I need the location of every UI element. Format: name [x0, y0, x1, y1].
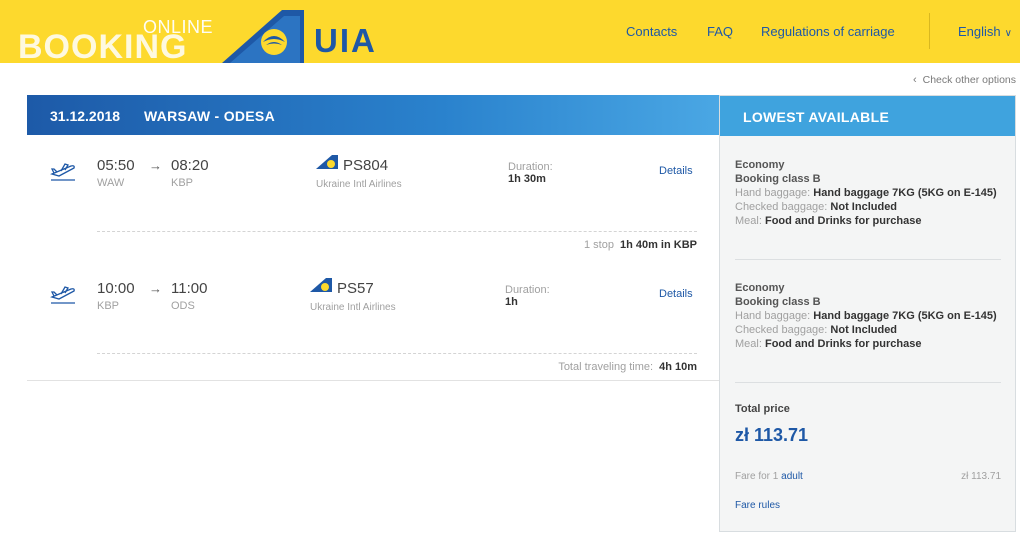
uia-airline-logo-icon	[316, 155, 338, 169]
hand-baggage-label: Hand baggage:	[735, 310, 811, 322]
logo-uia-text: UIA	[314, 22, 377, 59]
nav-faq-link[interactable]: FAQ	[707, 24, 733, 39]
logo-booking-text: BOOKING	[18, 28, 188, 66]
stop-info: 1 stop 1h 40m in KBP	[584, 239, 697, 251]
flight-number: PS804	[343, 157, 389, 174]
divider	[97, 231, 697, 232]
arrival-code: KBP	[171, 177, 194, 189]
nav-regulations-link[interactable]: Regulations of carriage	[761, 24, 895, 39]
flight-segment: 10:00 → 11:00 KBP ODS PS57 Ukraine Intl …	[27, 272, 719, 344]
airline-name: Ukraine Intl Airlines	[310, 302, 396, 313]
uia-tail-logo-icon[interactable]	[222, 10, 304, 63]
chevron-down-icon: ∨	[1004, 28, 1012, 39]
uia-airline-logo-icon	[310, 278, 332, 292]
header-bar: ONLINE BOOKING UIA Contacts FAQ Regulati…	[0, 0, 1020, 66]
total-travel-time: Total traveling time: 4h 10m	[558, 361, 697, 373]
stop-duration: 1h 40m in KBP	[619, 239, 697, 251]
total-travel-value: 4h 10m	[659, 361, 697, 373]
arrow-right-icon: →	[149, 158, 162, 173]
duration-label: Duration:	[505, 284, 550, 296]
duration-value: 1h 30m	[508, 173, 546, 185]
hand-baggage-value: Hand baggage 7KG (5KG on E-145)	[813, 187, 997, 199]
check-other-options-label: Check other options	[922, 74, 1016, 86]
arrow-right-icon: →	[149, 281, 162, 296]
fare-rules-link[interactable]: Fare rules	[735, 500, 780, 511]
adult-link[interactable]: adult	[781, 471, 803, 482]
plane-takeoff-icon	[50, 286, 75, 304]
check-other-options-link[interactable]: ‹ Check other options	[913, 74, 1016, 86]
arrival-code: ODS	[171, 300, 195, 312]
fare-for-prefix: Fare for 1	[735, 471, 779, 482]
duration-label: Duration:	[508, 161, 553, 173]
fare-cabin: Economy	[735, 282, 785, 294]
route-header: 31.12.2018 WARSAW - ODESA	[27, 95, 719, 135]
total-price-value: zł 113.71	[735, 425, 809, 445]
departure-code: WAW	[97, 177, 125, 189]
checked-baggage-value: Not Included	[830, 324, 898, 336]
language-label: English	[958, 24, 1001, 39]
duration-value: 1h	[505, 296, 518, 308]
divider	[97, 353, 697, 354]
airline-name: Ukraine Intl Airlines	[316, 179, 402, 190]
panel-divider	[735, 259, 1001, 260]
meal-label: Meal:	[735, 338, 762, 350]
departure-time: 10:00	[97, 280, 135, 297]
language-selector[interactable]: English ∨	[958, 24, 1012, 39]
flight-segment: 05:50 → 08:20 WAW KBP PS804 Ukraine Intl…	[27, 149, 719, 221]
hand-baggage-label: Hand baggage:	[735, 187, 811, 199]
route-name: WARSAW - ODESA	[144, 108, 275, 124]
fare-for-passengers: Fare for 1 adult	[735, 471, 803, 482]
total-travel-label: Total traveling time:	[558, 361, 654, 373]
arrival-time: 11:00	[171, 280, 208, 297]
flight-number: PS57	[337, 280, 374, 297]
meal-value: Food and Drinks for purchase	[764, 338, 922, 350]
checked-baggage-label: Checked baggage:	[735, 324, 828, 336]
departure-time: 05:50	[97, 157, 135, 174]
panel-divider	[735, 382, 1001, 383]
nav-contacts-link[interactable]: Contacts	[626, 24, 677, 39]
fare-cabin: Economy	[735, 159, 785, 171]
plane-takeoff-icon	[50, 163, 75, 181]
fare-booking-class: Booking class B	[735, 173, 821, 185]
checked-baggage-value: Not Included	[830, 201, 898, 213]
fare-conditions: Economy Booking class B Hand baggage: Ha…	[735, 158, 1005, 228]
meal-label: Meal:	[735, 215, 762, 227]
fare-for-price: zł 113.71	[961, 471, 1001, 482]
hand-baggage-value: Hand baggage 7KG (5KG on E-145)	[813, 310, 997, 322]
meal-value: Food and Drinks for purchase	[764, 215, 922, 227]
checked-baggage-label: Checked baggage:	[735, 201, 828, 213]
departure-code: KBP	[97, 300, 120, 312]
fare-summary-panel: LOWEST AVAILABLE Economy Booking class B…	[719, 95, 1016, 532]
fare-conditions: Economy Booking class B Hand baggage: Ha…	[735, 281, 1005, 351]
route-date: 31.12.2018	[50, 108, 121, 124]
arrival-time: 08:20	[171, 157, 209, 174]
nav-divider	[929, 13, 930, 49]
stop-count: 1 stop	[584, 239, 614, 251]
fare-booking-class: Booking class B	[735, 296, 821, 308]
panel-title: LOWEST AVAILABLE	[720, 96, 1015, 136]
details-link[interactable]: Details	[659, 165, 693, 177]
chevron-left-icon: ‹	[912, 74, 917, 86]
total-price-label: Total price	[735, 403, 790, 415]
divider	[27, 380, 719, 381]
details-link[interactable]: Details	[659, 288, 693, 300]
